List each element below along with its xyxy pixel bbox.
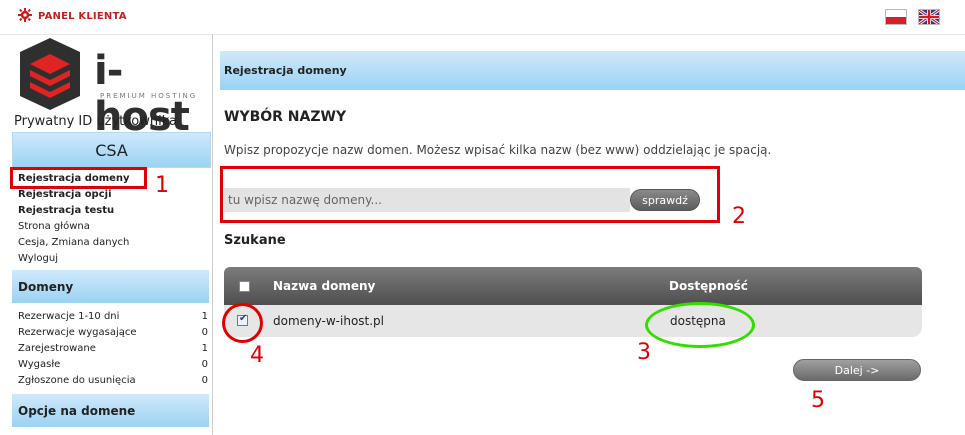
annotation-number-5: 5 xyxy=(811,388,825,413)
stat-label: Zgłoszone do usunięcia xyxy=(18,375,136,386)
sidebar: i-host PREMIUM HOSTING Prywatny ID użytk… xyxy=(8,34,213,435)
user-id-label: Prywatny ID użytkownika xyxy=(14,114,178,129)
menu-item-rejestracja-opcji[interactable]: Rejestracja opcji xyxy=(18,187,130,203)
table-row: domeny-w-ihost.pl dostępna xyxy=(224,305,922,337)
stat-value: 0 xyxy=(201,327,208,338)
next-button[interactable]: Dalej -> xyxy=(793,359,921,381)
stat-row[interactable]: Wygasłe 0 xyxy=(18,357,208,373)
table-header: Nazwa domeny Dostępność xyxy=(224,267,922,305)
annotation-box-1 xyxy=(10,167,147,189)
gear-icon xyxy=(18,8,32,25)
annotation-ellipse-3 xyxy=(645,302,755,348)
section-title: WYBÓR NAZWY xyxy=(224,109,347,125)
logo[interactable]: i-host PREMIUM HOSTING xyxy=(14,38,214,140)
stat-value: 0 xyxy=(201,375,208,386)
main-content: Rejestracja domeny WYBÓR NAZWY Wpisz pro… xyxy=(220,51,965,435)
stat-label: Zarejestrowane xyxy=(18,343,96,354)
stat-value: 1 xyxy=(201,343,208,354)
user-id-value: CSA xyxy=(12,132,211,168)
stat-row[interactable]: Zgłoszone do usunięcia 0 xyxy=(18,373,208,389)
pl-flag-icon[interactable] xyxy=(885,9,907,25)
domains-section-title: Domeny xyxy=(12,270,209,303)
annotation-number-1: 1 xyxy=(155,173,169,198)
options-section-title: Opcje na domene xyxy=(12,394,209,427)
column-header-availability: Dostępność xyxy=(669,279,748,293)
hint-text: Wpisz propozycje nazw domen. Możesz wpis… xyxy=(224,143,772,157)
top-bar: PANEL KLIENTA xyxy=(0,0,965,35)
stat-row[interactable]: Rezerwacje wygasające 0 xyxy=(18,325,208,341)
stat-label: Rezerwacje wygasające xyxy=(18,327,137,338)
searched-title: Szukane xyxy=(224,233,286,248)
annotation-number-4: 4 xyxy=(250,343,264,368)
menu-item-wyloguj[interactable]: Wyloguj xyxy=(18,251,130,267)
results-table: Nazwa domeny Dostępność domeny-w-ihost.p… xyxy=(224,267,922,337)
stat-label: Rezerwacje 1-10 dni xyxy=(18,311,120,322)
annotation-box-2 xyxy=(220,166,720,223)
panel-label-text: PANEL KLIENTA xyxy=(38,11,127,22)
stat-row[interactable]: Zarejestrowane 1 xyxy=(18,341,208,357)
page-title: Rejestracja domeny xyxy=(220,51,965,90)
annotation-circle-4 xyxy=(222,303,263,343)
column-header-domain: Nazwa domeny xyxy=(273,279,376,293)
stat-value: 0 xyxy=(201,359,208,370)
uk-flag-icon[interactable] xyxy=(918,9,940,25)
stat-label: Wygasłe xyxy=(18,359,61,370)
annotation-number-2: 2 xyxy=(732,204,746,229)
menu-item-cesja[interactable]: Cesja, Zmiana danych xyxy=(18,235,130,251)
menu-item-rejestracja-testu[interactable]: Rejestracja testu xyxy=(18,203,130,219)
stat-value: 1 xyxy=(201,311,208,322)
logo-tagline: PREMIUM HOSTING xyxy=(100,92,198,100)
select-all-checkbox[interactable] xyxy=(239,281,250,292)
stat-row[interactable]: Rezerwacje 1-10 dni 1 xyxy=(18,309,208,325)
menu-item-strona-glowna[interactable]: Strona główna xyxy=(18,219,130,235)
annotation-number-3: 3 xyxy=(637,340,651,365)
panel-label: PANEL KLIENTA xyxy=(18,8,127,25)
domain-stats: Rezerwacje 1-10 dni 1 Rezerwacje wygasają… xyxy=(18,309,208,389)
domain-name: domeny-w-ihost.pl xyxy=(273,314,385,328)
